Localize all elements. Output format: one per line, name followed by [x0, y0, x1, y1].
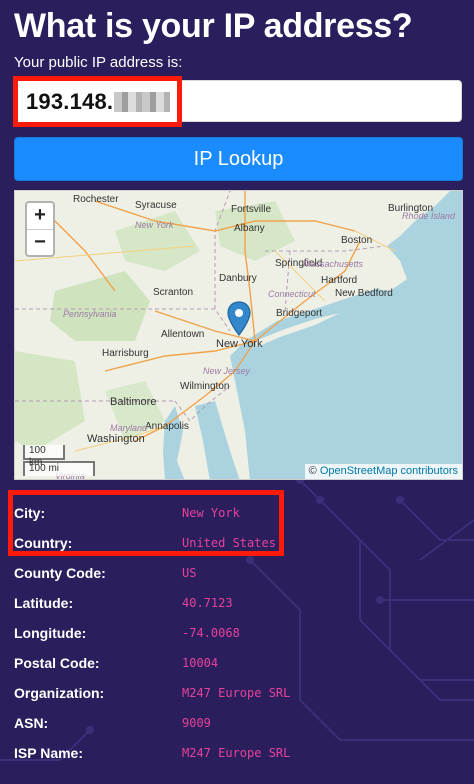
detail-value: United States — [182, 536, 276, 550]
svg-text:Fortsville: Fortsville — [231, 204, 271, 215]
svg-text:Massachusetts: Massachusetts — [303, 259, 364, 269]
svg-text:Harrisburg: Harrisburg — [102, 348, 149, 359]
detail-value: New York — [182, 506, 240, 520]
detail-row: Country: United States — [14, 528, 462, 558]
detail-row: City: New York — [14, 498, 462, 528]
detail-row: ASN: 9009 — [14, 708, 462, 738]
copyright-symbol: © — [308, 465, 317, 477]
svg-text:Danbury: Danbury — [219, 273, 257, 284]
map-attribution: © OpenStreetMap contributors — [304, 464, 462, 479]
svg-text:Baltimore: Baltimore — [110, 396, 156, 408]
zoom-out-button[interactable]: − — [27, 229, 53, 255]
ip-row: 193.148. — [13, 76, 462, 127]
svg-text:Maryland: Maryland — [110, 423, 148, 433]
ip-subtitle: Your public IP address is: — [14, 54, 183, 71]
svg-text:Annapolis: Annapolis — [145, 421, 189, 432]
detail-value: 40.7123 — [182, 596, 233, 610]
detail-label: County Code: — [14, 565, 106, 581]
detail-label: ASN: — [14, 715, 49, 731]
svg-text:New Jersey: New Jersey — [203, 366, 251, 376]
svg-text:New York: New York — [135, 220, 174, 230]
svg-text:Hartford: Hartford — [321, 275, 357, 286]
detail-row: Postal Code: 10004 — [14, 648, 462, 678]
svg-text:Allentown: Allentown — [161, 329, 204, 340]
svg-text:Bridgeport: Bridgeport — [276, 308, 322, 319]
page-title: What is your IP address? — [14, 7, 413, 45]
svg-text:Rhode Island: Rhode Island — [402, 211, 456, 221]
svg-text:New York: New York — [216, 338, 263, 350]
ip-highlight-box: 193.148. — [13, 76, 182, 127]
detail-row: ISP Name: M247 Europe SRL — [14, 738, 462, 768]
svg-text:Wilmington: Wilmington — [180, 381, 229, 392]
detail-value: M247 Europe SRL — [182, 686, 291, 700]
scale-mi: 100 mi — [23, 461, 95, 476]
svg-text:Boston: Boston — [341, 235, 372, 246]
map[interactable]: Rochester Syracuse Fortsville Albany Bur… — [14, 190, 463, 480]
zoom-control: + − — [25, 201, 55, 257]
detail-value: 9009 — [182, 716, 211, 730]
detail-row: County Code: US — [14, 558, 462, 588]
svg-text:Scranton: Scranton — [153, 287, 193, 298]
detail-label: Longitude: — [14, 625, 87, 641]
svg-text:Albany: Albany — [234, 223, 265, 234]
detail-label: Postal Code: — [14, 655, 100, 671]
detail-value: -74.0068 — [182, 626, 240, 640]
svg-text:Syracuse: Syracuse — [135, 200, 177, 211]
ip-lookup-button[interactable]: IP Lookup — [14, 137, 463, 181]
svg-text:Rochester: Rochester — [73, 194, 119, 205]
detail-label: Country: — [14, 535, 73, 551]
svg-text:Connecticut: Connecticut — [268, 289, 316, 299]
ip-value: 193.148. — [26, 88, 114, 114]
zoom-in-button[interactable]: + — [27, 203, 53, 229]
detail-value: M247 Europe SRL — [182, 746, 291, 760]
detail-label: Latitude: — [14, 595, 74, 611]
svg-text:Pennsylvania: Pennsylvania — [63, 309, 117, 319]
detail-row: Longitude: -74.0068 — [14, 618, 462, 648]
detail-value: 10004 — [182, 656, 219, 670]
detail-label: Organization: — [14, 685, 105, 701]
ip-redacted-blur — [114, 91, 171, 112]
map-scale: 100 km 100 mi — [23, 445, 95, 476]
map-pin-icon[interactable] — [227, 301, 251, 337]
openstreetmap-link[interactable]: OpenStreetMap contributors — [320, 465, 458, 477]
svg-text:New Bedford: New Bedford — [335, 288, 393, 299]
svg-text:Washington: Washington — [87, 433, 145, 445]
detail-row: Latitude: 40.7123 — [14, 588, 462, 618]
detail-row: Organization: M247 Europe SRL — [14, 678, 462, 708]
scale-km: 100 km — [23, 445, 65, 468]
detail-label: ISP Name: — [14, 745, 83, 761]
ip-details: City: New York Country: United States County… — [8, 490, 462, 768]
page: What is your IP address? Your public IP … — [0, 0, 474, 768]
detail-value: US — [182, 566, 197, 580]
detail-label: City: — [14, 505, 46, 521]
